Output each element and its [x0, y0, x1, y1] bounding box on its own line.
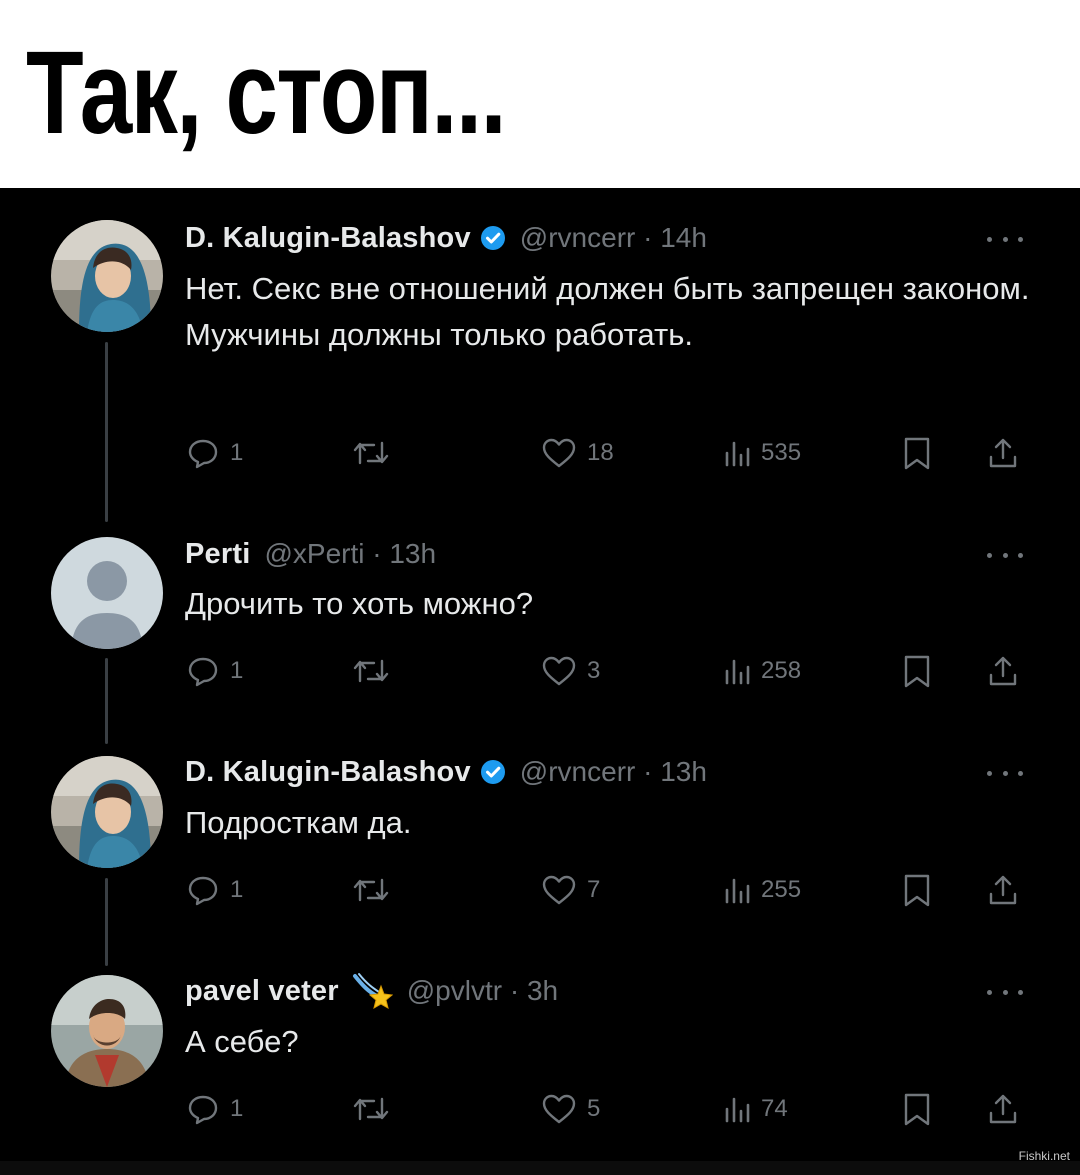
- bookmark-button[interactable]: [900, 1089, 934, 1129]
- views-chart-icon: [725, 659, 750, 685]
- bookmark-button[interactable]: [900, 433, 934, 473]
- avatar[interactable]: [51, 537, 163, 649]
- reply-count: 1: [230, 657, 244, 684]
- like-button[interactable]: 5: [540, 1089, 600, 1129]
- reply-count: 1: [230, 876, 244, 903]
- author-name[interactable]: Perti: [185, 538, 250, 571]
- avatar[interactable]: [51, 975, 163, 1087]
- tweet-actions: 1 18 535: [185, 433, 1035, 473]
- bookmark-icon: [904, 437, 930, 470]
- retweet-icon: [353, 441, 389, 465]
- like-button[interactable]: 3: [540, 651, 600, 691]
- handle-and-time[interactable]: @pvlvtr · 3h: [407, 975, 558, 1007]
- more-options-icon[interactable]: [987, 233, 1023, 245]
- views-count: 74: [761, 1095, 788, 1122]
- reply-button[interactable]: 1: [185, 651, 243, 691]
- author-name[interactable]: D. Kalugin-Balashov: [185, 756, 471, 789]
- reply-count: 1: [230, 1095, 244, 1122]
- retweet-button[interactable]: [350, 1089, 392, 1129]
- bookmark-icon: [904, 1093, 930, 1126]
- retweet-button[interactable]: [350, 433, 392, 473]
- share-icon: [989, 656, 1017, 686]
- views-button[interactable]: 258: [722, 651, 801, 691]
- like-button[interactable]: 7: [540, 870, 600, 910]
- retweet-button[interactable]: [350, 870, 392, 910]
- verified-badge-icon: [480, 226, 505, 250]
- like-count: 18: [587, 439, 614, 466]
- retweet-button[interactable]: [350, 651, 392, 691]
- bottom-border: [0, 1161, 1080, 1175]
- tweet-text: Дрочить то хоть можно?: [185, 586, 534, 621]
- verified-badge-icon: [480, 760, 505, 784]
- heart-icon: [542, 438, 576, 468]
- more-options-icon[interactable]: [987, 986, 1023, 998]
- tweet-header: Perti @xPerti · 13h: [185, 534, 436, 574]
- views-chart-icon: [725, 878, 750, 904]
- thread-connector-line: [105, 878, 108, 966]
- like-button[interactable]: 18: [540, 433, 614, 473]
- views-chart-icon: [725, 441, 750, 467]
- views-count: 255: [761, 876, 802, 903]
- reply-icon: [188, 657, 218, 687]
- handle-and-time[interactable]: @rvncerr · 14h: [520, 222, 707, 254]
- handle-and-time[interactable]: @rvncerr · 13h: [520, 756, 707, 788]
- views-button[interactable]: 535: [722, 433, 801, 473]
- avatar[interactable]: [51, 220, 163, 332]
- meme-caption: Так, стоп...: [26, 27, 507, 159]
- views-button[interactable]: 74: [722, 1089, 788, 1129]
- tweet-header: D. Kalugin-Balashov @rvncerr · 14h: [185, 218, 707, 258]
- tweet-header: D. Kalugin-Balashov @rvncerr · 13h: [185, 752, 707, 792]
- thread-connector-line: [105, 658, 108, 744]
- bookmark-icon: [904, 655, 930, 688]
- share-button[interactable]: [985, 651, 1021, 691]
- tweet-actions: 1 7 255: [185, 870, 1035, 910]
- author-name[interactable]: pavel veter: [185, 975, 339, 1008]
- tweet-text: А себе?: [185, 1024, 299, 1059]
- reply-count: 1: [230, 439, 244, 466]
- reply-icon: [188, 1095, 218, 1125]
- retweet-icon: [353, 878, 389, 902]
- author-name[interactable]: D. Kalugin-Balashov: [185, 222, 471, 255]
- heart-icon: [542, 875, 576, 905]
- bookmark-button[interactable]: [900, 651, 934, 691]
- tweet-text: Нет. Секс вне отношений должен быть запр…: [185, 271, 1030, 352]
- thread-connector-line: [105, 342, 108, 522]
- views-button[interactable]: 255: [722, 870, 801, 910]
- retweet-icon: [353, 1097, 389, 1121]
- meme-caption-bar: Так, стоп...: [0, 0, 1080, 188]
- tweet-text: Подросткам да.: [185, 805, 412, 840]
- heart-icon: [542, 656, 576, 686]
- bookmark-icon: [904, 874, 930, 907]
- retweet-icon: [353, 659, 389, 683]
- share-button[interactable]: [985, 1089, 1021, 1129]
- like-count: 7: [587, 876, 601, 903]
- like-count: 5: [587, 1095, 601, 1122]
- more-options-icon[interactable]: [987, 767, 1023, 779]
- share-button[interactable]: [985, 433, 1021, 473]
- tweet-actions: 1 3 258: [185, 651, 1035, 691]
- reply-icon: [188, 876, 218, 906]
- share-icon: [989, 875, 1017, 905]
- share-icon: [989, 438, 1017, 468]
- reply-button[interactable]: 1: [185, 870, 243, 910]
- share-button[interactable]: [985, 870, 1021, 910]
- tweet-actions: 1 5 74: [185, 1089, 1035, 1129]
- like-count: 3: [587, 657, 601, 684]
- avatar[interactable]: [51, 756, 163, 868]
- reply-button[interactable]: 1: [185, 433, 243, 473]
- reply-icon: [188, 439, 218, 469]
- reply-button[interactable]: 1: [185, 1089, 243, 1129]
- handle-and-time[interactable]: @xPerti · 13h: [264, 538, 436, 570]
- share-icon: [989, 1094, 1017, 1124]
- bookmark-button[interactable]: [900, 870, 934, 910]
- heart-icon: [542, 1094, 576, 1124]
- tweet-header: pavel veter @pvlvtr · 3h: [185, 971, 558, 1011]
- views-chart-icon: [725, 1097, 750, 1123]
- watermark: Fishki.net: [1018, 1149, 1070, 1163]
- views-count: 535: [761, 439, 802, 466]
- shooting-star-emoji-icon: [352, 973, 393, 1010]
- more-options-icon[interactable]: [987, 549, 1023, 561]
- views-count: 258: [761, 657, 802, 684]
